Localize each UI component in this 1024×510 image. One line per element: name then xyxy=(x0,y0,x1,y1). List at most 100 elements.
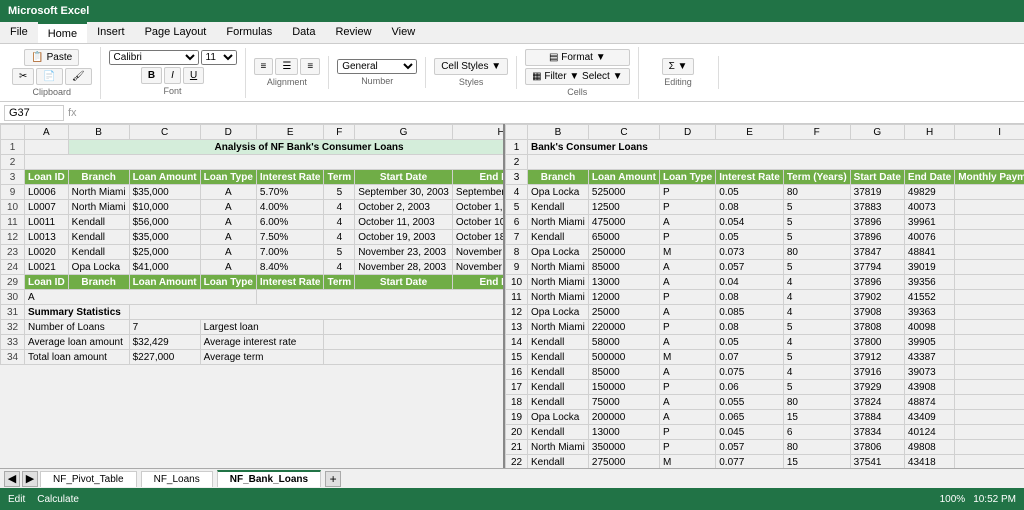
cell-styles-button[interactable]: Cell Styles ▼ xyxy=(434,58,508,75)
r-c16[interactable]: 85000 xyxy=(588,365,659,380)
r-b19[interactable]: Opa Locka xyxy=(528,410,589,425)
r-b22[interactable]: Kendall xyxy=(528,455,589,469)
r-i8[interactable] xyxy=(955,245,1024,260)
r-d21[interactable]: P xyxy=(659,440,715,455)
r-f9[interactable]: 5 xyxy=(783,260,850,275)
r-g14[interactable]: 37800 xyxy=(850,335,904,350)
r-h14[interactable]: 39905 xyxy=(904,335,954,350)
r-b11[interactable]: North Miami xyxy=(528,290,589,305)
cell-summary-label[interactable]: Summary Statistics xyxy=(25,305,130,320)
r-e20[interactable]: 0.045 xyxy=(716,425,784,440)
cell-end-11[interactable]: October 10, 2007 xyxy=(452,215,503,230)
r-g10[interactable]: 37896 xyxy=(850,275,904,290)
right-sheet-scroll[interactable]: B C D E F G H I J 1 xyxy=(505,124,1024,468)
cell-blank-31[interactable] xyxy=(129,305,503,320)
scroll-tabs-left[interactable]: ◀ xyxy=(4,471,20,487)
r-c8[interactable]: 250000 xyxy=(588,245,659,260)
cell-avg-int-val[interactable]: 6.73% xyxy=(324,335,503,350)
r-g18[interactable]: 37824 xyxy=(850,395,904,410)
r-e9[interactable]: 0.057 xyxy=(716,260,784,275)
cell-l0011[interactable]: L0011 xyxy=(25,215,69,230)
r-f6[interactable]: 5 xyxy=(783,215,850,230)
cell-total-val[interactable]: $227,000 xyxy=(129,350,200,365)
r-d15[interactable]: M xyxy=(659,350,715,365)
r-e4[interactable]: 0.05 xyxy=(716,185,784,200)
r-f22[interactable]: 15 xyxy=(783,455,850,469)
r-g9[interactable]: 37794 xyxy=(850,260,904,275)
add-sheet-button[interactable]: + xyxy=(325,471,341,487)
r-e16[interactable]: 0.075 xyxy=(716,365,784,380)
r-h18[interactable]: 48874 xyxy=(904,395,954,410)
cell-avg-amt-val[interactable]: $32,429 xyxy=(129,335,200,350)
cell-startdate-header[interactable]: Start Date xyxy=(355,170,453,185)
cell-branch-h2[interactable]: Branch xyxy=(68,275,129,290)
r-g22[interactable]: 37541 xyxy=(850,455,904,469)
cell-l0021[interactable]: L0021 xyxy=(25,260,69,275)
r-title[interactable]: Bank's Consumer Loans xyxy=(528,140,1024,155)
sheet-tab-loans[interactable]: NF_Loans xyxy=(141,471,213,487)
align-right-button[interactable]: ≡ xyxy=(300,58,320,75)
cell-term-10[interactable]: 4 xyxy=(324,200,355,215)
r-f16[interactable]: 4 xyxy=(783,365,850,380)
r-f12[interactable]: 4 xyxy=(783,305,850,320)
r-c7[interactable]: 65000 xyxy=(588,230,659,245)
r-c22[interactable]: 275000 xyxy=(588,455,659,469)
sheet-tab-pivot[interactable]: NF_Pivot_Table xyxy=(40,471,137,487)
r-g7[interactable]: 37896 xyxy=(850,230,904,245)
r-i12[interactable] xyxy=(955,305,1024,320)
cell-type-23[interactable]: A xyxy=(200,245,256,260)
r-branch-hdr[interactable]: Branch xyxy=(528,170,589,185)
cell-term-23[interactable]: 5 xyxy=(324,245,355,260)
cell-end-12[interactable]: October 18, 2007 xyxy=(452,230,503,245)
left-sheet-scroll[interactable]: A B C D E F G H I 1 xyxy=(0,124,503,468)
r-i7[interactable] xyxy=(955,230,1024,245)
r-b21[interactable]: North Miami xyxy=(528,440,589,455)
cell-avg-int-label[interactable]: Average interest rate xyxy=(200,335,324,350)
align-center-button[interactable]: ☰ xyxy=(275,58,298,75)
r-c11[interactable]: 12000 xyxy=(588,290,659,305)
r-g17[interactable]: 37929 xyxy=(850,380,904,395)
scroll-tabs-right[interactable]: ▶ xyxy=(22,471,38,487)
r-h8[interactable]: 48841 xyxy=(904,245,954,260)
r-type-hdr[interactable]: Loan Type xyxy=(659,170,715,185)
cell-interest-header[interactable]: Interest Rate xyxy=(256,170,324,185)
cell-rate-11[interactable]: 6.00% xyxy=(256,215,324,230)
cell-type-h2[interactable]: Loan Type xyxy=(200,275,256,290)
r-e15[interactable]: 0.07 xyxy=(716,350,784,365)
cell-amt-9[interactable]: $35,000 xyxy=(129,185,200,200)
paste-button[interactable]: 📋 Paste xyxy=(24,49,79,66)
r-d20[interactable]: P xyxy=(659,425,715,440)
cell-branch-24[interactable]: Opa Locka xyxy=(68,260,129,275)
r-g20[interactable]: 37834 xyxy=(850,425,904,440)
cell-largest-val[interactable]: $56,000.00 xyxy=(324,320,503,335)
r-i13[interactable] xyxy=(955,320,1024,335)
cell-end-10[interactable]: October 1, 2007 xyxy=(452,200,503,215)
r-e5[interactable]: 0.08 xyxy=(716,200,784,215)
r-d6[interactable]: A xyxy=(659,215,715,230)
r-i20[interactable] xyxy=(955,425,1024,440)
cell-rate-12[interactable]: 7.50% xyxy=(256,230,324,245)
cell-amt-10[interactable]: $10,000 xyxy=(129,200,200,215)
r-c15[interactable]: 500000 xyxy=(588,350,659,365)
r-h11[interactable]: 41552 xyxy=(904,290,954,305)
r-b18[interactable]: Kendall xyxy=(528,395,589,410)
r-f4[interactable]: 80 xyxy=(783,185,850,200)
cell-rate-24[interactable]: 8.40% xyxy=(256,260,324,275)
r-e13[interactable]: 0.08 xyxy=(716,320,784,335)
r-e7[interactable]: 0.05 xyxy=(716,230,784,245)
r-i16[interactable] xyxy=(955,365,1024,380)
r-i19[interactable] xyxy=(955,410,1024,425)
r-c4[interactable]: 525000 xyxy=(588,185,659,200)
cell-l0020[interactable]: L0020 xyxy=(25,245,69,260)
r-d12[interactable]: A xyxy=(659,305,715,320)
cell-rate-h2[interactable]: Interest Rate xyxy=(256,275,324,290)
r-e21[interactable]: 0.057 xyxy=(716,440,784,455)
cell-blank-30[interactable] xyxy=(256,290,503,305)
cell-l0006[interactable]: L0006 xyxy=(25,185,69,200)
r-g11[interactable]: 37902 xyxy=(850,290,904,305)
r-end-hdr[interactable]: End Date xyxy=(904,170,954,185)
r-b12[interactable]: Opa Locka xyxy=(528,305,589,320)
tab-review[interactable]: Review xyxy=(325,22,381,43)
r-h5[interactable]: 40073 xyxy=(904,200,954,215)
r-f7[interactable]: 5 xyxy=(783,230,850,245)
